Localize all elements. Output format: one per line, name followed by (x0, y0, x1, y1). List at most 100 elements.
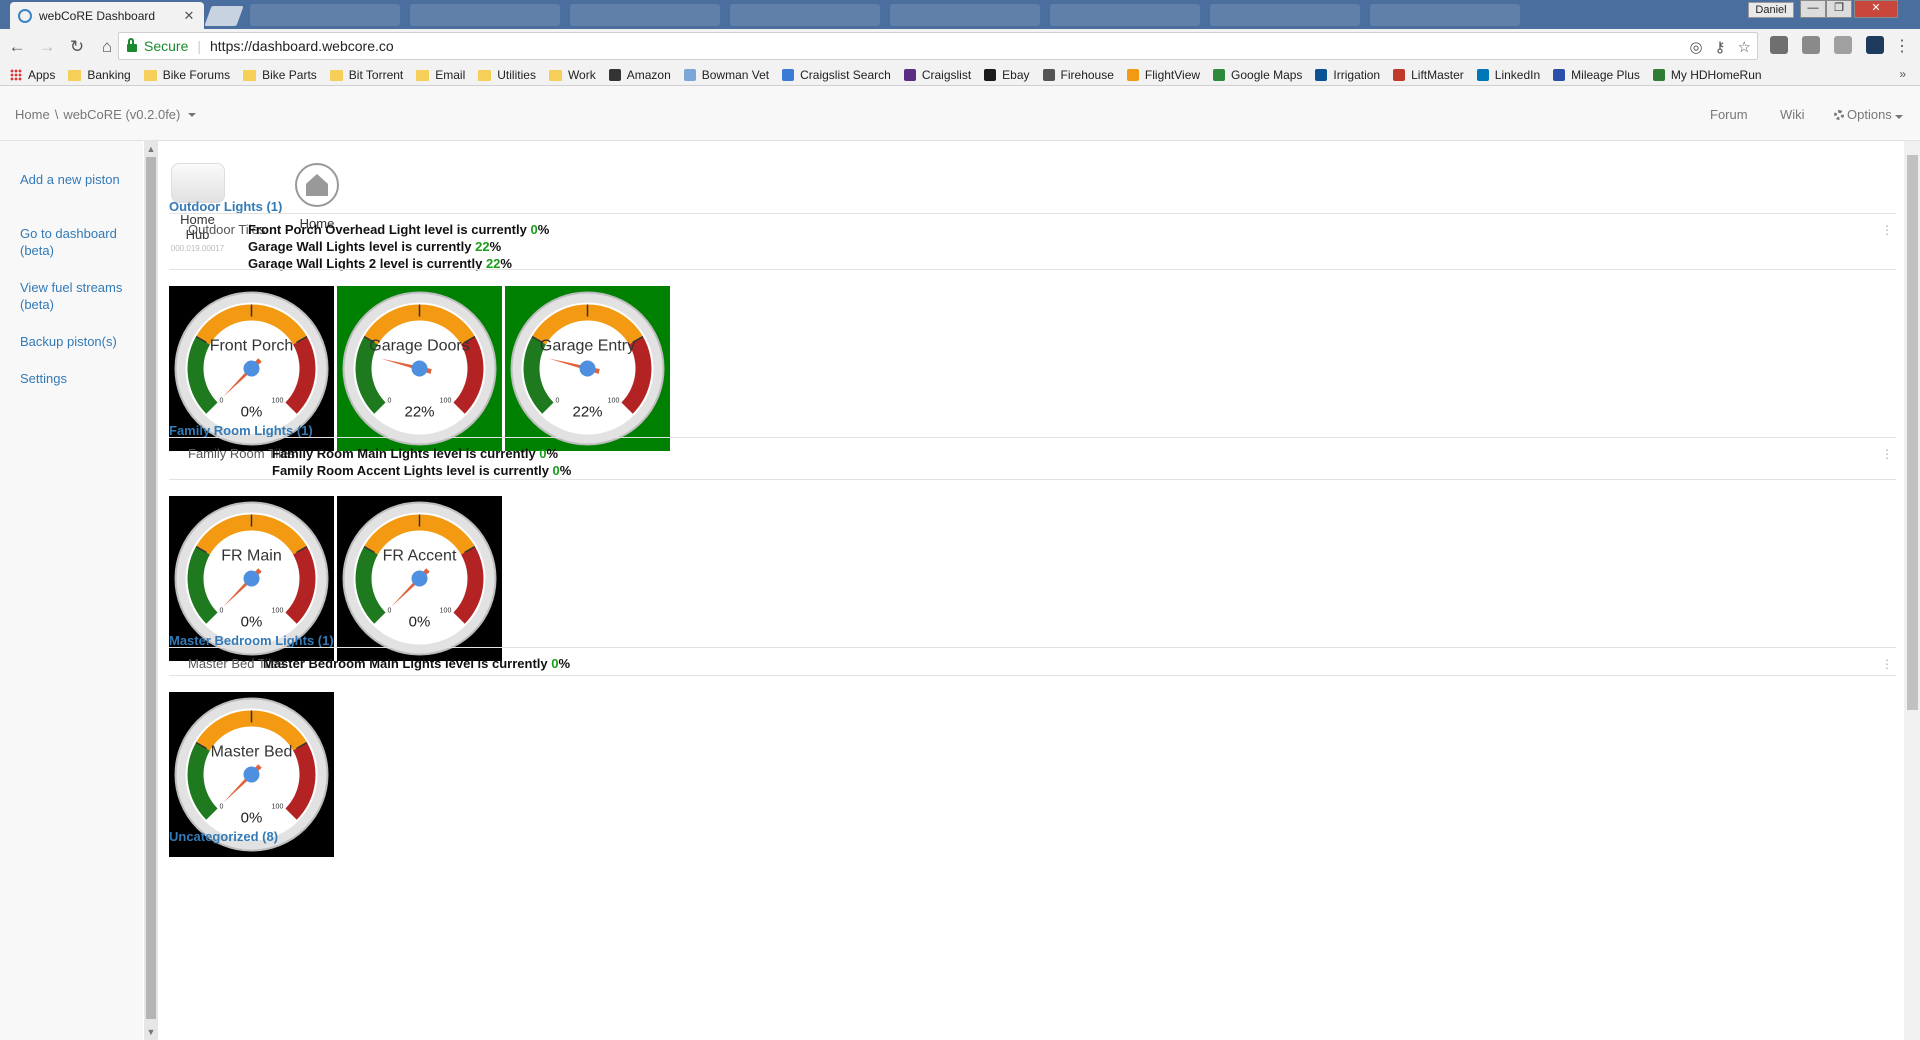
bookmark-item[interactable]: Email (416, 68, 465, 82)
level-unit: % (558, 656, 571, 671)
wiki-link[interactable]: Wiki (1780, 107, 1805, 122)
bookmark-item[interactable]: Bike Forums (143, 68, 230, 82)
category-title[interactable]: Uncategorized (8) (169, 829, 278, 844)
sidebar-scrollbar-thumb[interactable] (146, 157, 156, 1019)
bookmark-item[interactable]: LiftMaster (1393, 68, 1464, 82)
piston-menu-icon[interactable]: ⋮ (1881, 223, 1893, 237)
minimize-button[interactable]: — (1800, 0, 1826, 18)
cast-icon[interactable] (1770, 36, 1788, 54)
level-unit: % (489, 239, 502, 254)
bookmark-item[interactable]: Banking (68, 68, 131, 82)
omnibox-divider: | (197, 38, 201, 54)
scroll-down-icon[interactable]: ▼ (144, 1025, 158, 1039)
chevron-down-icon (1894, 115, 1903, 119)
bookmark-item[interactable]: Craigslist Search (782, 68, 891, 82)
background-tab[interactable] (890, 4, 1040, 26)
bookmark-item[interactable]: LinkedIn (1476, 68, 1540, 82)
site-favicon-icon (1315, 69, 1328, 81)
bookmark-label: Amazon (626, 68, 671, 82)
bookmark-item[interactable]: Amazon (608, 68, 671, 82)
bookmark-item[interactable]: Bike Parts (243, 68, 317, 82)
tab-webcore-dashboard[interactable]: webCoRE Dashboard ✕ (10, 2, 204, 30)
background-tab[interactable] (250, 4, 400, 26)
bookmark-item[interactable]: Bit Torrent (329, 68, 403, 82)
maximize-button[interactable]: ❐ (1826, 0, 1852, 18)
location-icon[interactable]: ◎ (1689, 38, 1702, 56)
app-navbar: Home \ webCoRE (v0.2.0fe) Forum Wiki Opt… (0, 86, 1920, 141)
bookmark-item[interactable]: Utilities (478, 68, 536, 82)
bookmark-item[interactable]: Bowman Vet (683, 68, 769, 82)
scroll-up-icon[interactable]: ▲ (144, 142, 158, 156)
key-icon[interactable]: ⚷ (1715, 38, 1726, 56)
breadcrumb: Home \ webCoRE (v0.2.0fe) (15, 107, 197, 122)
gauge-label: FR Main (221, 548, 281, 565)
reload-icon[interactable]: ↻ (64, 34, 90, 60)
page-scrollbar-thumb[interactable] (1907, 155, 1918, 710)
bookmark-item[interactable]: Ebay (984, 68, 1030, 82)
home-button-icon[interactable]: ⌂ (94, 34, 120, 60)
level-unit: % (546, 446, 559, 461)
category-divider (169, 213, 1896, 214)
options-menu[interactable]: Options (1834, 107, 1903, 122)
extension-icon[interactable] (1834, 36, 1852, 54)
new-tab-button[interactable] (204, 6, 244, 26)
breadcrumb-home[interactable]: Home (15, 107, 50, 122)
bookmark-star-icon[interactable]: ☆ (1738, 38, 1751, 56)
background-tab[interactable] (1370, 4, 1520, 26)
background-tab[interactable] (570, 4, 720, 26)
breadcrumb-app[interactable]: webCoRE (v0.2.0fe) (63, 107, 180, 122)
piston-menu-icon[interactable]: ⋮ (1881, 447, 1893, 461)
bookmark-label: Ebay (1002, 68, 1030, 82)
gauge-value: 22% (572, 404, 602, 421)
extension-icon[interactable] (1802, 36, 1820, 54)
close-tab-icon[interactable]: ✕ (182, 8, 196, 24)
gauge-tile[interactable]: Garage Doors 0 100 22% (337, 286, 502, 451)
category-title[interactable]: Outdoor Lights (1) (169, 199, 282, 214)
address-bar[interactable]: Secure | https://dashboard.webcore.co ◎ … (118, 32, 1758, 60)
bookmark-item[interactable]: Apps (10, 68, 55, 82)
bookmark-item[interactable]: Google Maps (1213, 68, 1302, 82)
piston-menu-icon[interactable]: ⋮ (1881, 657, 1893, 671)
background-tab[interactable] (1210, 4, 1360, 26)
level-unit: % (537, 222, 550, 237)
bookmarks-overflow-icon[interactable]: » (1899, 67, 1906, 81)
profile-button[interactable]: Daniel (1748, 2, 1794, 18)
chevron-down-icon[interactable] (188, 112, 197, 117)
gauge-tile[interactable]: FR Accent 0 100 0% (337, 496, 502, 661)
status-line: Master Bedroom Main Lights level is curr… (263, 655, 570, 672)
piston-status: Master Bedroom Main Lights level is curr… (263, 655, 570, 672)
bookmark-item[interactable]: Firehouse (1042, 68, 1114, 82)
forward-arrow-icon[interactable]: → (34, 34, 60, 60)
piston-status: Front Porch Overhead Light level is curr… (248, 221, 549, 272)
bookmark-item[interactable]: FlightView (1126, 68, 1200, 82)
browser-menu-icon[interactable]: ⋮ (1894, 36, 1910, 56)
sidebar-item-settings[interactable]: Settings (20, 370, 130, 387)
site-favicon-icon (1476, 69, 1489, 81)
sidebar-item-fuel-streams[interactable]: View fuel streams (beta) (20, 279, 130, 313)
url-text[interactable]: https://dashboard.webcore.co (210, 38, 394, 54)
category-title[interactable]: Master Bedroom Lights (1) (169, 633, 334, 648)
background-tab[interactable] (730, 4, 880, 26)
bookmark-item[interactable]: Work (548, 68, 596, 82)
piston-status: Family Room Main Lights level is current… (272, 445, 571, 479)
forum-link[interactable]: Forum (1710, 107, 1748, 122)
bookmark-item[interactable]: My HDHomeRun (1652, 68, 1762, 82)
sidebar-item-backup[interactable]: Backup piston(s) (20, 333, 130, 350)
gauge-tile[interactable]: Garage Entry 0 100 22% (505, 286, 670, 451)
sidebar-item-add-piston[interactable]: Add a new piston (20, 171, 130, 188)
gauge-value: 0% (409, 614, 431, 631)
gauge-min-label: 0 (220, 804, 224, 811)
bookmark-label: My HDHomeRun (1670, 68, 1762, 82)
extension-icon[interactable] (1866, 36, 1884, 54)
bookmark-item[interactable]: Mileage Plus (1553, 68, 1640, 82)
category-title[interactable]: Family Room Lights (1) (169, 423, 313, 438)
background-tab[interactable] (1050, 4, 1200, 26)
back-arrow-icon[interactable]: ← (4, 34, 30, 60)
close-window-button[interactable]: ✕ (1854, 0, 1898, 18)
bookmark-item[interactable]: Irrigation (1315, 68, 1380, 82)
bookmark-item[interactable]: Craigslist (903, 68, 971, 82)
sidebar-item-dashboard[interactable]: Go to dashboard (beta) (20, 225, 130, 259)
background-tab[interactable] (410, 4, 560, 26)
device-version: 000.019.00017 (170, 244, 225, 253)
apps-grid-icon (10, 69, 22, 81)
